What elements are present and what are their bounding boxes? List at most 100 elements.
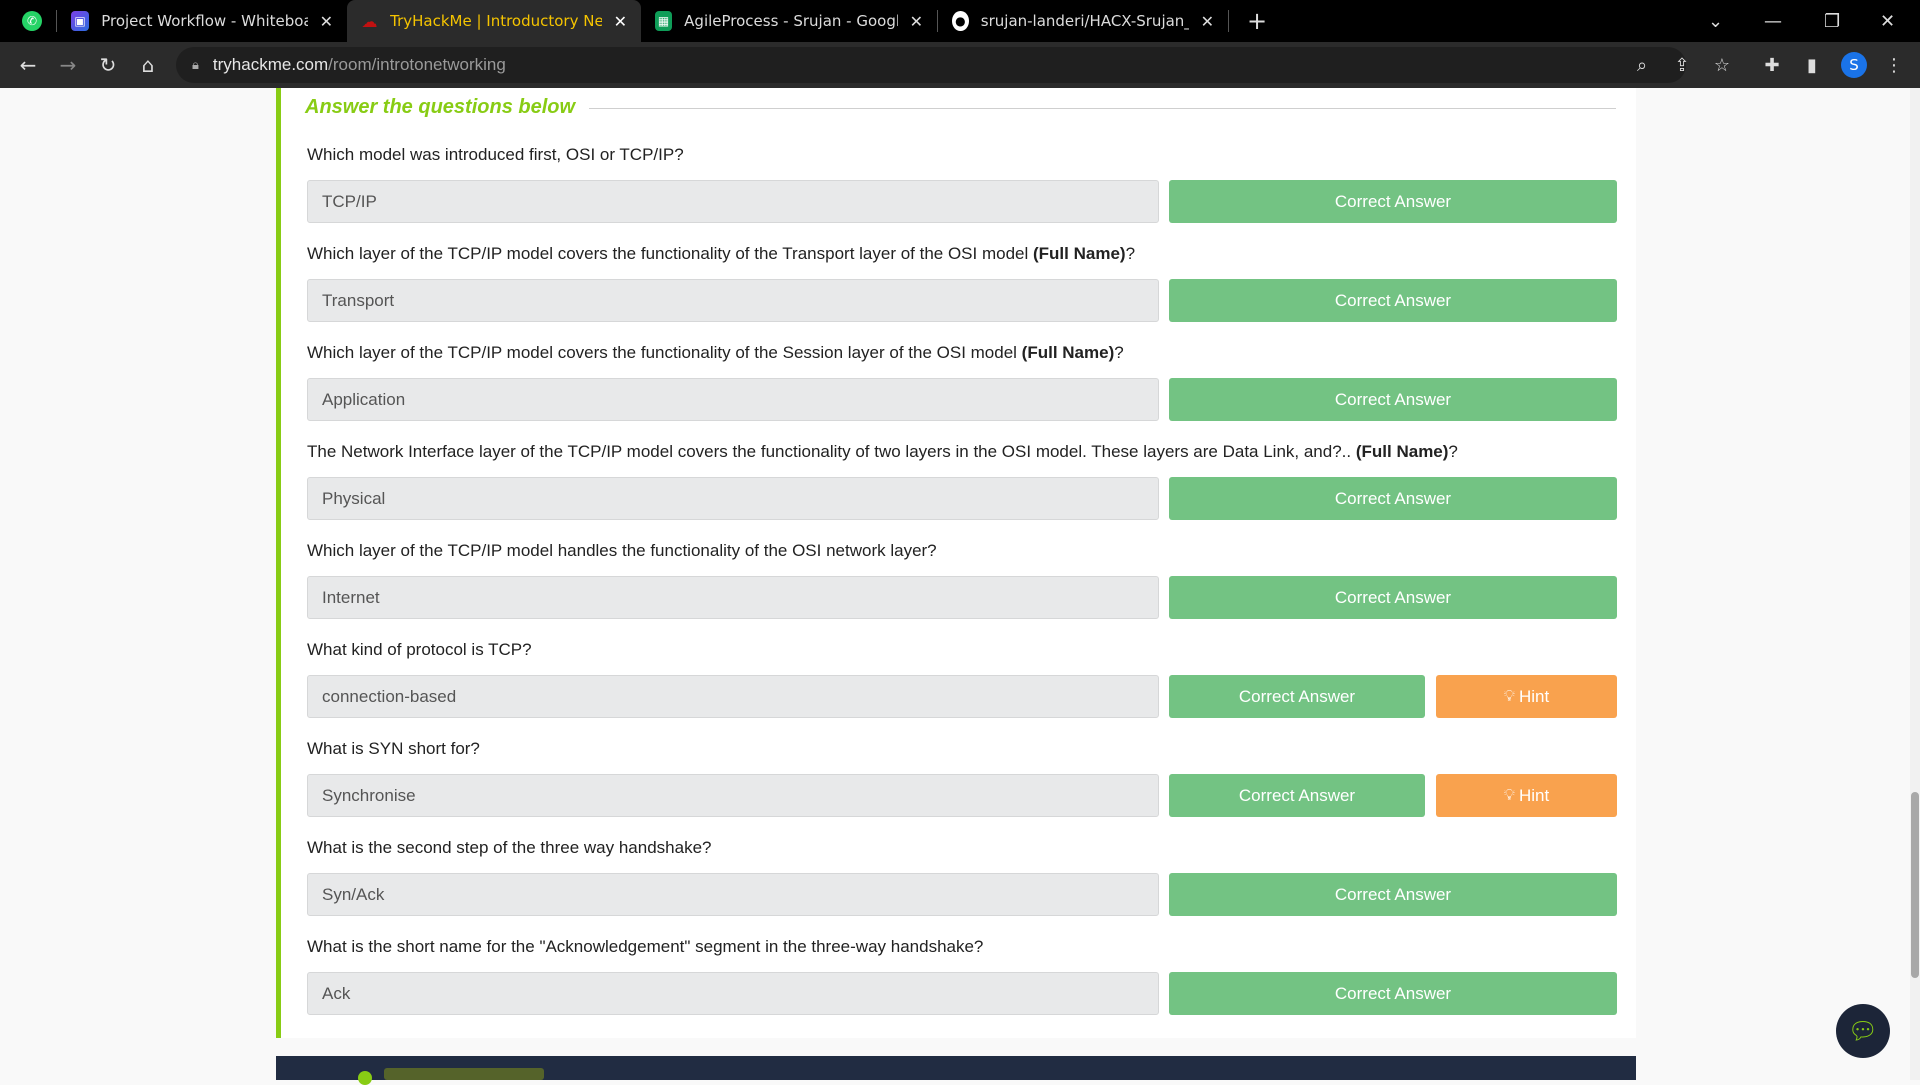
tab-github[interactable]: ● srujan-landeri/HACX-Srujan_Land ✕ <box>938 0 1228 42</box>
restore-icon[interactable]: ❐ <box>1824 0 1840 42</box>
correct-answer-button[interactable]: Correct Answer <box>1169 774 1425 817</box>
tab-google-sheets[interactable]: ▦ AgileProcess - Srujan - Google Sh ✕ <box>641 0 937 42</box>
section-heading: Answer the questions below <box>305 96 576 118</box>
tab-title: TryHackMe | Introductory Networ <box>390 12 602 30</box>
task-complete-icon <box>358 1071 372 1085</box>
bookmark-star-icon[interactable]: ☆ <box>1704 42 1740 88</box>
chat-support-icon[interactable]: 💬︎ <box>1836 1004 1890 1058</box>
question-label: Which layer of the TCP/IP model covers t… <box>307 244 1033 263</box>
question-text: What is the short name for the "Acknowle… <box>307 937 983 957</box>
question-text: What is the second step of the three way… <box>307 838 711 858</box>
menu-kebab-icon[interactable]: ⋮ <box>1876 42 1912 88</box>
side-panel-icon[interactable]: ▮ <box>1794 42 1830 88</box>
tab-whiteboard[interactable]: ▣ Project Workflow - Whiteboard ✕ <box>57 0 347 42</box>
tab-title: srujan-landeri/HACX-Srujan_Land <box>980 12 1189 30</box>
tab-tryhackme[interactable]: ☁ TryHackMe | Introductory Networ ✕ <box>347 0 641 42</box>
hint-label: Hint <box>1518 785 1550 805</box>
question-text: The Network Interface layer of the TCP/I… <box>307 442 1458 462</box>
correct-answer-button[interactable]: Correct Answer <box>1169 279 1617 322</box>
answer-field[interactable]: Internet <box>307 576 1159 619</box>
address-bar[interactable]: 🔒︎ tryhackme.com/room/introtonetworking <box>176 47 1686 83</box>
hint-button[interactable]: 💡︎ Hint <box>1436 774 1617 817</box>
lightbulb-icon: 💡︎ <box>1503 687 1515 705</box>
heading-divider <box>589 108 1616 109</box>
question-text: Which layer of the TCP/IP model handles … <box>307 541 937 561</box>
question-text: What kind of protocol is TCP? <box>307 640 532 660</box>
profile-avatar[interactable]: S <box>1836 42 1872 88</box>
minimize-icon[interactable]: — <box>1764 0 1782 42</box>
tab-search-icon[interactable]: ⌄ <box>1708 0 1723 42</box>
reload-icon[interactable]: ↻ <box>88 45 128 85</box>
hint-button[interactable]: 💡︎ Hint <box>1436 675 1617 718</box>
tab-separator <box>1228 10 1229 32</box>
answer-field[interactable]: connection-based <box>307 675 1159 718</box>
extensions-icon[interactable]: ✚ <box>1754 42 1790 88</box>
whatsapp-icon: ✆ <box>22 11 42 31</box>
tryhackme-icon: ☁ <box>361 11 378 31</box>
question-emphasis: (Full Name) <box>1355 442 1449 461</box>
question-label: What is the second step of the three way… <box>307 838 712 857</box>
url-path: /room/introtonetworking <box>328 55 506 74</box>
question-emphasis: (Full Name) <box>1021 343 1115 362</box>
question-label: Which model was introduced first, OSI or… <box>307 145 684 164</box>
tab-title: AgileProcess - Srujan - Google Sh <box>684 12 897 30</box>
tab-title: Project Workflow - Whiteboard <box>101 12 308 30</box>
answer-field[interactable]: Syn/Ack <box>307 873 1159 916</box>
close-window-icon[interactable]: ✕ <box>1880 0 1895 42</box>
correct-answer-button[interactable]: Correct Answer <box>1169 972 1617 1015</box>
question-label: Which layer of the TCP/IP model covers t… <box>307 343 1022 362</box>
google-sheets-icon: ▦ <box>655 11 673 31</box>
lock-icon[interactable]: 🔒︎ <box>192 58 199 73</box>
correct-answer-button[interactable]: Correct Answer <box>1169 873 1617 916</box>
github-icon: ● <box>952 11 969 31</box>
close-tab-icon[interactable]: ✕ <box>320 12 333 31</box>
close-tab-icon[interactable]: ✕ <box>614 12 627 31</box>
next-task-header[interactable] <box>276 1056 1636 1085</box>
back-icon[interactable]: ← <box>8 45 48 85</box>
answer-field[interactable]: TCP/IP <box>307 180 1159 223</box>
question-suffix: ? <box>1125 244 1136 263</box>
question-label: What is the short name for the "Acknowle… <box>307 937 984 956</box>
close-tab-icon[interactable]: ✕ <box>910 12 923 31</box>
question-label: Which layer of the TCP/IP model handles … <box>307 541 937 560</box>
correct-answer-button[interactable]: Correct Answer <box>1169 378 1617 421</box>
task-badge <box>384 1068 544 1080</box>
zoom-icon[interactable]: ⌕ <box>1624 42 1660 88</box>
correct-answer-button[interactable]: Correct Answer <box>1169 477 1617 520</box>
question-text: Which layer of the TCP/IP model covers t… <box>307 244 1135 264</box>
answer-field[interactable]: Physical <box>307 477 1159 520</box>
tab-whatsapp[interactable]: ✆ <box>0 0 56 42</box>
url-host: tryhackme.com <box>212 55 329 74</box>
question-suffix: ? <box>1114 343 1124 362</box>
correct-answer-button[interactable]: Correct Answer <box>1169 675 1425 718</box>
question-label: The Network Interface layer of the TCP/I… <box>307 442 1356 461</box>
forward-icon[interactable]: → <box>48 45 88 85</box>
hint-label: Hint <box>1518 686 1550 706</box>
close-tab-icon[interactable]: ✕ <box>1201 12 1214 31</box>
answer-field[interactable]: Application <box>307 378 1159 421</box>
correct-answer-button[interactable]: Correct Answer <box>1169 576 1617 619</box>
lightbulb-icon: 💡︎ <box>1503 786 1515 804</box>
questions-card: Answer the questions below Which model w… <box>276 88 1636 1038</box>
url-text[interactable]: tryhackme.com/room/introtonetworking <box>213 55 506 75</box>
whiteboard-icon: ▣ <box>71 11 90 31</box>
correct-answer-button[interactable]: Correct Answer <box>1169 180 1617 223</box>
question-suffix: ? <box>1448 442 1458 461</box>
question-label: What is SYN short for? <box>307 739 480 758</box>
address-toolbar: ← → ↻ ⌂ 🔒︎ tryhackme.com/room/introtonet… <box>0 42 1920 88</box>
answer-field[interactable]: Transport <box>307 279 1159 322</box>
question-emphasis: (Full Name) <box>1033 244 1126 263</box>
new-tab-icon[interactable]: + <box>1247 7 1267 35</box>
question-text: Which layer of the TCP/IP model covers t… <box>307 343 1124 363</box>
tab-strip: ✆ ▣ Project Workflow - Whiteboard ✕ ☁ Tr… <box>0 0 1920 42</box>
share-icon[interactable]: ⇪ <box>1664 42 1700 88</box>
question-label: What kind of protocol is TCP? <box>307 640 532 659</box>
home-icon[interactable]: ⌂ <box>128 45 168 85</box>
question-text: Which model was introduced first, OSI or… <box>307 145 684 165</box>
answer-field[interactable]: Ack <box>307 972 1159 1015</box>
page-content: Answer the questions below Which model w… <box>0 88 1920 1085</box>
avatar: S <box>1841 52 1867 78</box>
scrollbar-thumb[interactable] <box>1911 792 1919 978</box>
answer-field[interactable]: Synchronise <box>307 774 1159 817</box>
question-text: What is SYN short for? <box>307 739 480 759</box>
